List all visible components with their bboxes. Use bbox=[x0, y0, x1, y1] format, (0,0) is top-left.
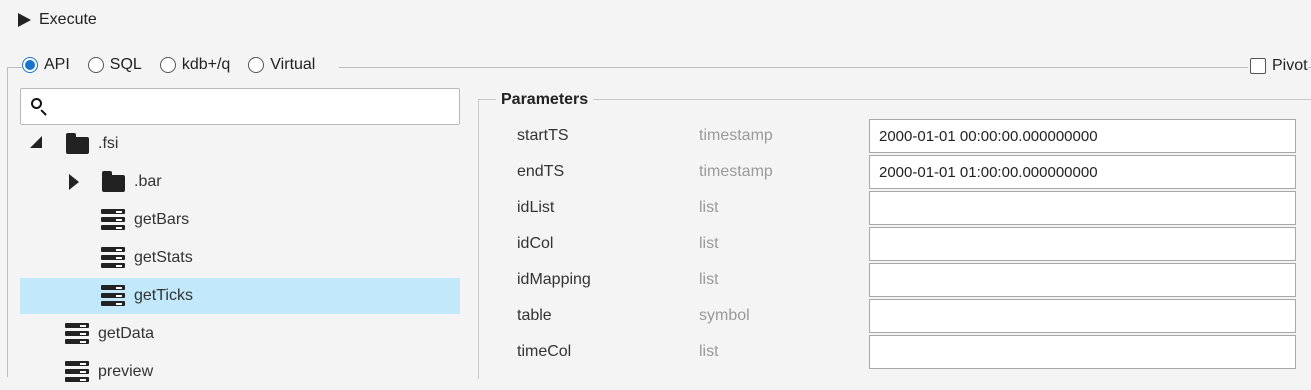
folder-icon bbox=[66, 133, 89, 154]
param-type: timestamp bbox=[699, 127, 773, 144]
radio-api[interactable]: API bbox=[22, 56, 70, 74]
radio-unchecked-icon bbox=[159, 57, 176, 73]
search-icon bbox=[31, 98, 42, 109]
param-value-input[interactable] bbox=[869, 119, 1296, 153]
radio-checked-icon bbox=[22, 57, 38, 73]
radio-kdbq[interactable]: kdb+/q bbox=[159, 56, 231, 74]
function-icon bbox=[65, 323, 89, 345]
param-name: startTS bbox=[517, 127, 569, 144]
param-name: idMapping bbox=[517, 271, 591, 288]
param-type: timestamp bbox=[699, 163, 773, 180]
expanded-arrow-icon[interactable] bbox=[30, 136, 42, 148]
param-value-input[interactable] bbox=[869, 335, 1296, 369]
param-type: list bbox=[699, 235, 719, 252]
api-search-box[interactable] bbox=[20, 88, 460, 126]
param-value-input[interactable] bbox=[869, 263, 1296, 297]
radio-sql-label: SQL bbox=[109, 56, 142, 73]
radio-api-label: API bbox=[44, 56, 70, 73]
param-type: list bbox=[699, 271, 719, 288]
play-icon bbox=[18, 13, 31, 27]
checkbox-unchecked-icon bbox=[1250, 58, 1266, 74]
tree-item-getstats[interactable]: getStats bbox=[20, 240, 460, 276]
param-name: table bbox=[517, 307, 552, 324]
radio-virtual[interactable]: Virtual bbox=[248, 56, 315, 74]
tree-item-getbars[interactable]: getBars bbox=[20, 202, 460, 238]
tree-item-label: getData bbox=[98, 325, 155, 342]
pivot-checkbox[interactable]: Pivot bbox=[1248, 57, 1308, 75]
param-name: idList bbox=[517, 199, 555, 216]
parameters-frame-left-border bbox=[478, 99, 479, 379]
tree-item-preview[interactable]: preview bbox=[20, 354, 460, 390]
param-value-input[interactable] bbox=[869, 191, 1296, 225]
search-input[interactable] bbox=[53, 89, 457, 126]
collapsed-arrow-icon[interactable] bbox=[69, 174, 79, 190]
param-type: list bbox=[699, 343, 719, 360]
radio-virtual-label: Virtual bbox=[270, 56, 316, 73]
tree-item-label: .bar bbox=[134, 173, 162, 190]
param-value-input[interactable] bbox=[869, 155, 1296, 189]
param-type: symbol bbox=[699, 307, 750, 324]
tree-item-label: getTicks bbox=[134, 287, 193, 304]
function-icon bbox=[65, 361, 89, 383]
param-name: endTS bbox=[517, 163, 565, 180]
tree-item-label: .fsi bbox=[98, 135, 119, 152]
param-name: timeCol bbox=[517, 343, 572, 360]
tree-item-label: getBars bbox=[134, 211, 190, 228]
function-icon bbox=[101, 247, 125, 269]
function-icon bbox=[101, 209, 125, 231]
parameters-frame-border bbox=[478, 99, 1311, 100]
function-icon bbox=[101, 285, 125, 307]
tree-item-getticks[interactable]: getTicks bbox=[20, 278, 460, 314]
param-name: idCol bbox=[517, 235, 554, 252]
mode-frame-left-border bbox=[7, 67, 8, 377]
tree-item-label: getStats bbox=[134, 249, 193, 266]
param-type: list bbox=[699, 199, 719, 216]
radio-kdbq-label: kdb+/q bbox=[181, 56, 231, 73]
param-value-input[interactable] bbox=[869, 299, 1296, 333]
query-mode-radio-group: API SQL kdb+/q Virtual bbox=[22, 56, 340, 74]
radio-unchecked-icon bbox=[248, 57, 265, 73]
tree-item-fsi[interactable]: .fsi bbox=[20, 126, 460, 162]
tree-item-label: preview bbox=[98, 363, 154, 380]
pivot-label: Pivot bbox=[1272, 57, 1308, 74]
radio-sql[interactable]: SQL bbox=[87, 56, 142, 74]
folder-icon bbox=[102, 171, 125, 192]
execute-label: Execute bbox=[39, 11, 97, 28]
tree-item-bar[interactable]: .bar bbox=[20, 164, 460, 200]
tree-item-getdata[interactable]: getData bbox=[20, 316, 460, 352]
radio-unchecked-icon bbox=[87, 57, 104, 73]
parameters-title: Parameters bbox=[496, 91, 594, 109]
execute-button[interactable]: Execute bbox=[18, 11, 97, 29]
param-value-input[interactable] bbox=[869, 227, 1296, 261]
